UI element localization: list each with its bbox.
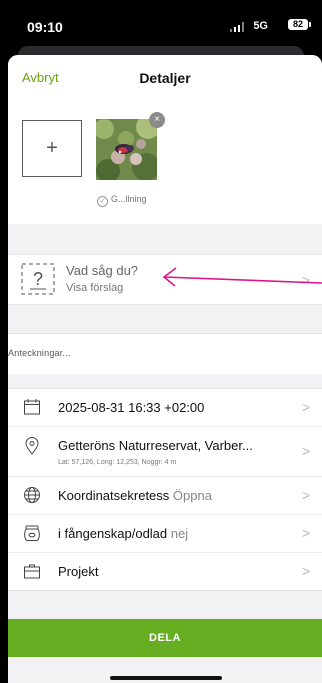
captivity-row[interactable]: i fångenskap/odlad nej > <box>8 515 322 553</box>
captivity-text: i fångenskap/odlad nej <box>58 526 188 541</box>
datetime-row[interactable]: 2025-08-31 16:33 +02:00 > <box>8 389 322 427</box>
coord-secrecy-value: Öppna <box>172 488 212 503</box>
status-bar: 09:10 5G 82 <box>0 0 322 44</box>
close-icon[interactable]: × <box>149 112 165 128</box>
location-pin-icon <box>25 437 39 455</box>
location-row[interactable]: Getteröns Naturreservat, Varber... Lat: … <box>8 427 322 477</box>
datetime-value: 2025-08-31 16:33 +02:00 <box>58 400 205 415</box>
add-photo-button[interactable]: + <box>22 120 82 177</box>
share-button[interactable]: DELA <box>8 619 322 657</box>
details-list: 2025-08-31 16:33 +02:00 > Getteröns Natu… <box>8 388 322 591</box>
location-value: Getteröns Naturreservat, Varber... <box>58 438 253 453</box>
globe-icon <box>24 487 40 503</box>
jar-icon <box>24 525 40 541</box>
notes-placeholder: Anteckningar... <box>8 348 71 358</box>
coord-secrecy-text: Koordinatsekretess Öppna <box>58 488 212 503</box>
status-time: 09:10 <box>27 19 63 35</box>
chevron-right-icon: > <box>301 443 310 459</box>
home-indicator <box>110 676 222 680</box>
arrow-left-icon <box>162 267 322 287</box>
project-label: Projekt <box>58 564 99 579</box>
species-suggestion[interactable]: Visa förslag <box>66 282 123 294</box>
chevron-right-icon: > <box>301 563 310 579</box>
notes-field[interactable]: Anteckningar... <box>8 333 322 374</box>
chevron-right-icon: > <box>301 525 310 541</box>
chevron-right-icon: > <box>301 487 310 503</box>
coord-secrecy-row[interactable]: Koordinatsekretess Öppna > <box>8 477 322 515</box>
nav-bar: Avbryt Detaljer <box>8 55 322 102</box>
chevron-right-icon: > <box>301 399 310 415</box>
check-circle-icon: ✓ <box>97 196 108 207</box>
location-coordinates: Lat: 57,126, Long: 12,253, Noggr: 4 m <box>58 459 177 466</box>
question-mark-icon: ? <box>21 263 55 295</box>
captivity-value: nej <box>170 526 189 541</box>
details-sheet: Avbryt Detaljer + × ✓ G...llning ? Vad s… <box>8 55 322 683</box>
plus-icon: + <box>46 137 58 159</box>
photo-caption-text: G...llning <box>111 194 147 204</box>
battery-icon: 82 <box>288 19 311 30</box>
photo-section: + × ✓ G...llning <box>8 101 322 224</box>
captivity-label: i fångenskap/odlad <box>58 526 168 541</box>
species-prompt: Vad såg du? <box>66 263 139 278</box>
photo-thumbnail[interactable] <box>96 119 157 180</box>
calendar-icon <box>24 399 40 415</box>
coord-secrecy-label: Koordinatsekretess <box>58 488 170 503</box>
network-label: 5G <box>253 20 268 32</box>
photo-caption: ✓ G...llning <box>97 194 147 207</box>
briefcase-icon <box>24 564 40 579</box>
svg-text:?: ? <box>33 269 43 289</box>
signal-icon <box>230 22 244 32</box>
project-row[interactable]: Projekt > <box>8 553 322 590</box>
app-screen: 09:10 5G 82 Avbryt Detaljer + × ✓ G...ll… <box>0 0 322 683</box>
page-title: Detaljer <box>139 70 191 86</box>
